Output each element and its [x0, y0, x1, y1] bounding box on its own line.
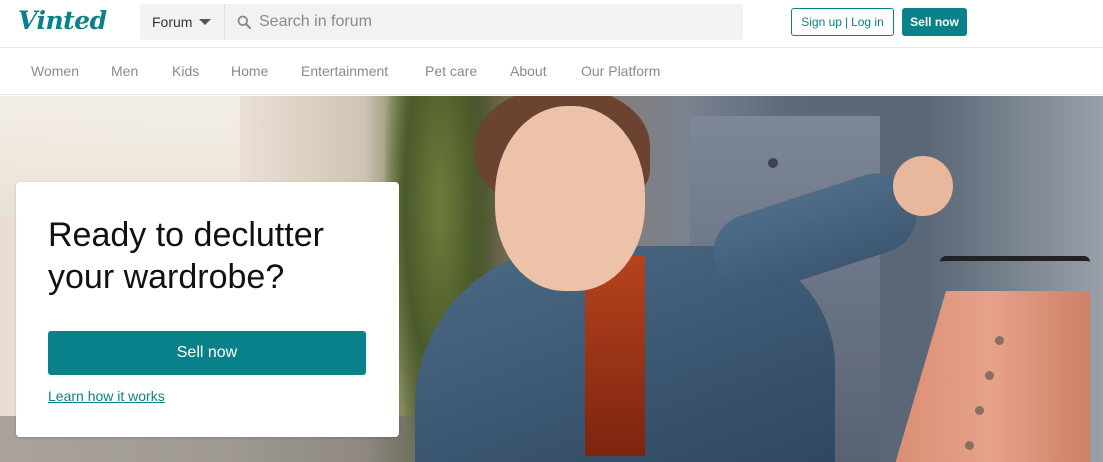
- nav-item-about[interactable]: About: [510, 63, 547, 79]
- skirt-image: [890, 291, 1090, 462]
- hanger-image: [940, 256, 1090, 286]
- forum-select-dropdown[interactable]: Forum: [140, 4, 225, 40]
- search-input[interactable]: [259, 7, 729, 37]
- learn-how-it-works-link[interactable]: Learn how it works: [48, 388, 165, 404]
- nav-item-entertainment[interactable]: Entertainment: [301, 63, 388, 79]
- hero-sell-now-button[interactable]: Sell now: [48, 331, 366, 375]
- hero-person-image: [415, 96, 953, 462]
- hero-card: Ready to declutter your wardrobe? Sell n…: [16, 182, 399, 437]
- nav-item-kids[interactable]: Kids: [172, 63, 199, 79]
- header-sell-now-button[interactable]: Sell now: [902, 8, 967, 36]
- login-label: Log in: [851, 15, 884, 29]
- signup-label: Sign up: [801, 15, 842, 29]
- nav-item-men[interactable]: Men: [111, 63, 138, 79]
- nav-item-home[interactable]: Home: [231, 63, 268, 79]
- nav-item-pet-care[interactable]: Pet care: [425, 63, 477, 79]
- forum-select-label: Forum: [152, 14, 193, 30]
- signup-login-button[interactable]: Sign up | Log in: [791, 8, 894, 36]
- auth-separator: |: [844, 15, 849, 29]
- search-icon: [237, 15, 251, 29]
- nav-item-women[interactable]: Women: [31, 63, 79, 79]
- search-bar: Forum: [140, 4, 743, 40]
- nav-item-our-platform[interactable]: Our Platform: [581, 63, 660, 79]
- chevron-down-icon: [199, 19, 212, 25]
- vinted-logo[interactable]: Vinted: [18, 6, 107, 35]
- category-nav: Women Men Kids Home Entertainment Pet ca…: [0, 49, 1103, 95]
- top-header: Vinted Forum Sign up | Log in Sell now: [0, 0, 1103, 48]
- hero-title: Ready to declutter your wardrobe?: [48, 216, 324, 296]
